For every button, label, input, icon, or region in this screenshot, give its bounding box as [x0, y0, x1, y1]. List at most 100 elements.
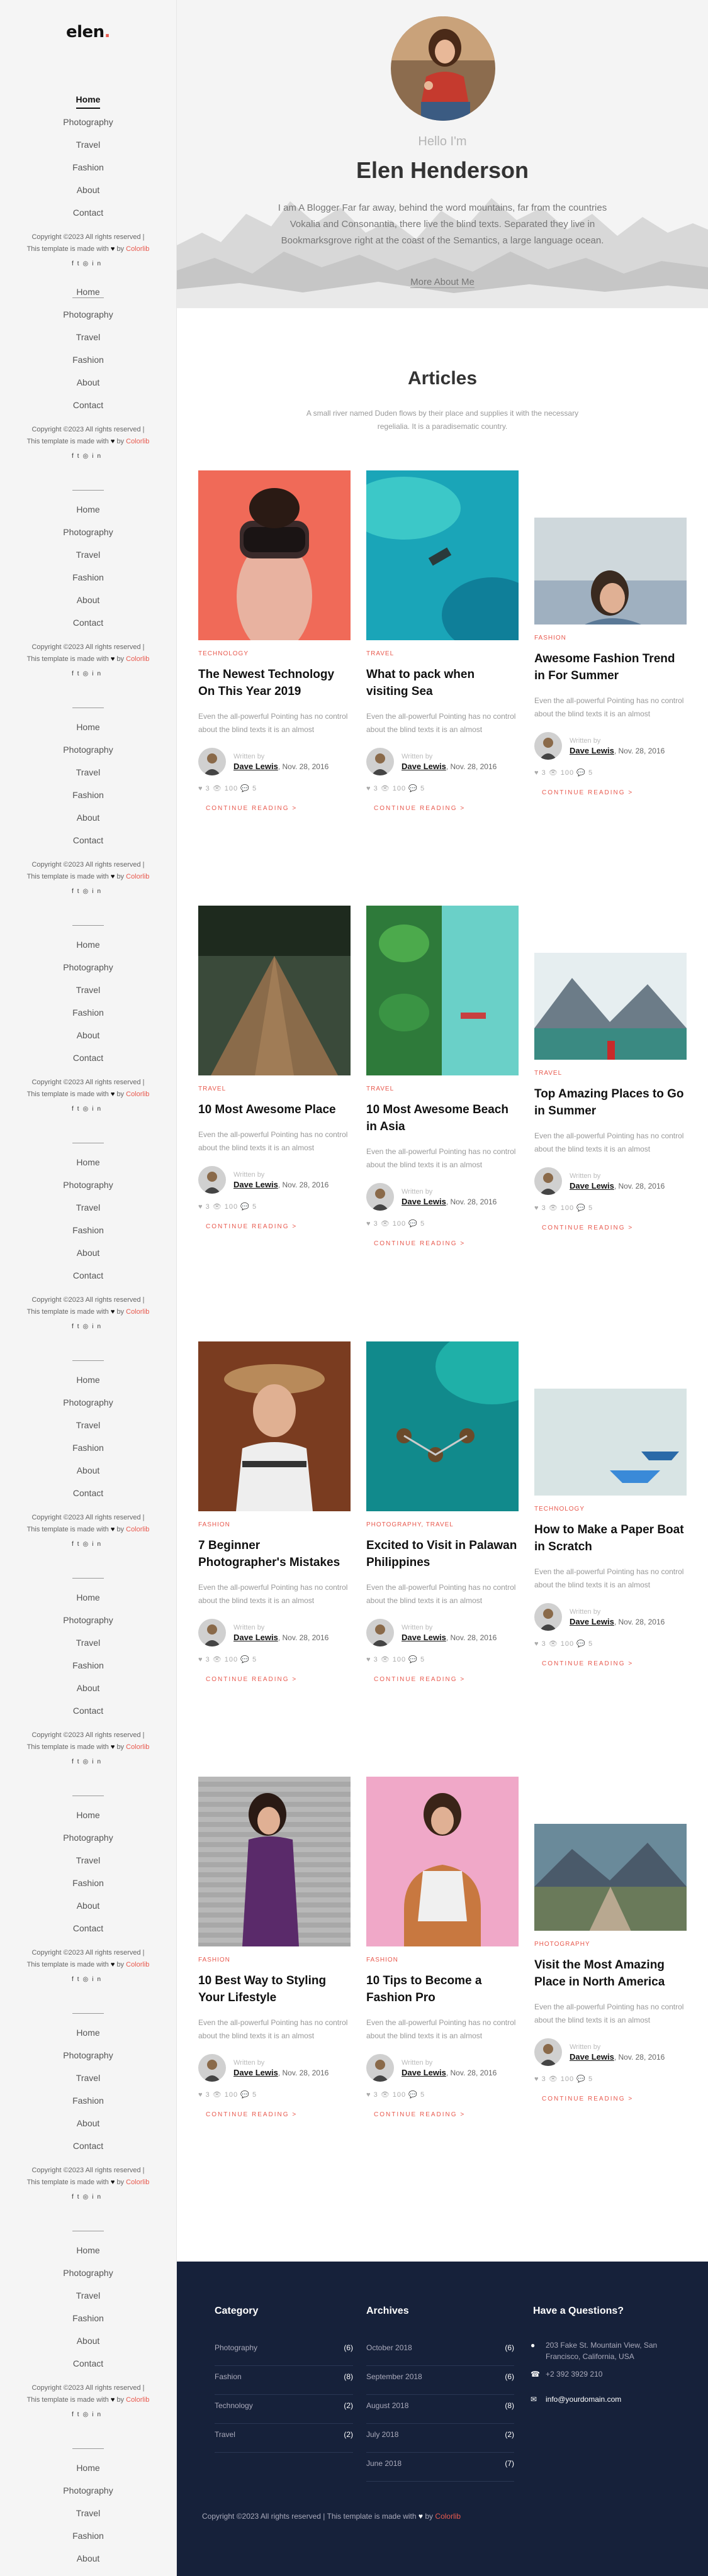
article-image[interactable]: [534, 953, 687, 1060]
site-logo[interactable]: elen.: [0, 23, 176, 48]
sidebar-nav-item[interactable]: Travel: [0, 548, 176, 571]
sidebar-nav-item[interactable]: Travel: [0, 331, 176, 353]
article-card[interactable]: TRAVEL What to pack when visiting Sea Even…: [366, 470, 519, 812]
sidebar-nav-item[interactable]: Contact: [0, 206, 176, 229]
article-title[interactable]: Visit the Most Amazing Place in North Am…: [534, 1957, 687, 1990]
footer-archive-item[interactable]: September 2018 (6): [366, 2372, 514, 2395]
sidebar-nav-item[interactable]: Fashion: [0, 2529, 176, 2552]
article-card[interactable]: TRAVEL Top Amazing Places to Go in Summer…: [534, 953, 687, 1231]
sidebar-nav-item[interactable]: About: [0, 1899, 176, 1922]
article-title[interactable]: Top Amazing Places to Go in Summer: [534, 1085, 687, 1119]
author-link[interactable]: Dave Lewis: [233, 1180, 278, 1189]
author-link[interactable]: Dave Lewis: [233, 762, 278, 771]
continue-reading-link[interactable]: CONTINUE READING >: [366, 1676, 519, 1683]
author-link[interactable]: Dave Lewis: [402, 762, 446, 771]
footer-colorlib-link[interactable]: Colorlib: [435, 2512, 461, 2521]
sidebar-nav-item[interactable]: Travel: [0, 766, 176, 789]
article-image[interactable]: [366, 906, 519, 1075]
continue-reading-link[interactable]: CONTINUE READING >: [198, 1223, 351, 1230]
continue-reading-link[interactable]: CONTINUE READING >: [366, 805, 519, 812]
article-card[interactable]: TECHNOLOGY The Newest Technology On This …: [198, 470, 351, 812]
sidebar-nav-item[interactable]: About: [0, 594, 176, 616]
continue-reading-link[interactable]: CONTINUE READING >: [198, 1676, 351, 1683]
colorlib-link[interactable]: Colorlib: [126, 1526, 149, 1533]
sidebar-nav-item[interactable]: About: [0, 1682, 176, 1704]
continue-reading-link[interactable]: CONTINUE READING >: [366, 1240, 519, 1247]
sidebar-nav-item[interactable]: Travel: [0, 2289, 176, 2312]
footer-phone[interactable]: ☎ +2 392 3929 210: [531, 2368, 682, 2380]
sidebar-nav-item[interactable]: Home: [0, 286, 176, 308]
article-title[interactable]: Excited to Visit in Palawan Philippines: [366, 1537, 519, 1571]
sidebar-nav-item[interactable]: Photography: [0, 2484, 176, 2507]
sidebar-nav-item[interactable]: Contact: [0, 1052, 176, 1074]
sidebar-nav-item[interactable]: Contact: [0, 1922, 176, 1945]
article-title[interactable]: 7 Beginner Photographer's Mistakes: [198, 1537, 351, 1571]
sidebar-nav-item[interactable]: Contact: [0, 1487, 176, 1509]
article-image[interactable]: [534, 518, 687, 625]
article-category[interactable]: PHOTOGRAPHY: [534, 1941, 687, 1948]
colorlib-link[interactable]: Colorlib: [126, 1743, 149, 1751]
article-card[interactable]: TECHNOLOGY How to Make a Paper Boat in Sc…: [534, 1389, 687, 1667]
article-title[interactable]: 10 Best Way to Styling Your Lifestyle: [198, 1972, 351, 2006]
article-category[interactable]: TRAVEL: [366, 650, 519, 657]
sidebar-nav-item[interactable]: Travel: [0, 1201, 176, 1224]
sidebar-nav-item[interactable]: Fashion: [0, 1224, 176, 1246]
continue-reading-link[interactable]: CONTINUE READING >: [534, 2096, 687, 2102]
sidebar-nav-item[interactable]: Home: [0, 93, 176, 116]
sidebar-nav-item[interactable]: Fashion: [0, 571, 176, 594]
sidebar-nav-item[interactable]: About: [0, 1246, 176, 1269]
more-about-me-link[interactable]: More About Me: [410, 277, 475, 288]
article-title[interactable]: The Newest Technology On This Year 2019: [198, 666, 351, 700]
article-image[interactable]: [198, 906, 351, 1075]
sidebar-nav-item[interactable]: Contact: [0, 834, 176, 857]
article-card[interactable]: TRAVEL 10 Most Awesome Place Even the all-…: [198, 906, 351, 1230]
article-card[interactable]: FASHION 7 Beginner Photographer's Mistake…: [198, 1341, 351, 1683]
sidebar-nav-item[interactable]: Home: [0, 1591, 176, 1614]
sidebar-nav-item[interactable]: About: [0, 2117, 176, 2140]
sidebar-nav-item[interactable]: Home: [0, 2462, 176, 2484]
sidebar-nav-item[interactable]: Home: [0, 2026, 176, 2049]
sidebar-nav-item[interactable]: Fashion: [0, 1877, 176, 1899]
article-category[interactable]: PHOTOGRAPHY, TRAVEL: [366, 1521, 519, 1528]
article-image[interactable]: [534, 1389, 687, 1496]
sidebar-nav-item[interactable]: Photography: [0, 2267, 176, 2289]
sidebar-nav-item[interactable]: Photography: [0, 116, 176, 138]
sidebar-nav-item[interactable]: Travel: [0, 2507, 176, 2529]
sidebar-nav-item[interactable]: Fashion: [0, 789, 176, 811]
sidebar-nav-item[interactable]: Home: [0, 1374, 176, 1396]
sidebar-nav-item[interactable]: Fashion: [0, 353, 176, 376]
article-category[interactable]: TRAVEL: [534, 1070, 687, 1077]
footer-archive-item[interactable]: October 2018 (6): [366, 2343, 514, 2366]
sidebar-nav-item[interactable]: About: [0, 2552, 176, 2575]
article-category[interactable]: TECHNOLOGY: [198, 650, 351, 657]
author-link[interactable]: Dave Lewis: [570, 746, 614, 755]
sidebar-nav-item[interactable]: Home: [0, 1156, 176, 1179]
article-title[interactable]: 10 Tips to Become a Fashion Pro: [366, 1972, 519, 2006]
article-image[interactable]: [366, 1777, 519, 1946]
sidebar-nav-item[interactable]: Fashion: [0, 2094, 176, 2117]
author-link[interactable]: Dave Lewis: [402, 1197, 446, 1206]
article-title[interactable]: How to Make a Paper Boat in Scratch: [534, 1521, 687, 1555]
sidebar-nav-item[interactable]: Photography: [0, 1396, 176, 1419]
sidebar-nav-item[interactable]: Travel: [0, 2072, 176, 2094]
article-category[interactable]: FASHION: [198, 1521, 351, 1528]
footer-category-item[interactable]: Technology (2): [215, 2401, 353, 2424]
article-title[interactable]: 10 Most Awesome Place: [198, 1101, 351, 1118]
colorlib-link[interactable]: Colorlib: [126, 438, 149, 445]
sidebar-nav-item[interactable]: Photography: [0, 1614, 176, 1636]
continue-reading-link[interactable]: CONTINUE READING >: [534, 789, 687, 796]
sidebar-nav-item[interactable]: Photography: [0, 1179, 176, 1201]
colorlib-link[interactable]: Colorlib: [126, 873, 149, 880]
sidebar-nav-item[interactable]: Travel: [0, 1419, 176, 1441]
sidebar-nav-item[interactable]: Photography: [0, 961, 176, 984]
colorlib-link[interactable]: Colorlib: [126, 2179, 149, 2186]
article-card[interactable]: PHOTOGRAPHY, TRAVEL Excited to Visit in P…: [366, 1341, 519, 1683]
sidebar-nav-item[interactable]: Home: [0, 938, 176, 961]
article-image[interactable]: [198, 1777, 351, 1946]
sidebar-nav-item[interactable]: Travel: [0, 984, 176, 1006]
author-link[interactable]: Dave Lewis: [570, 1617, 614, 1626]
article-image[interactable]: [198, 1341, 351, 1511]
colorlib-link[interactable]: Colorlib: [126, 1308, 149, 1316]
author-link[interactable]: Dave Lewis: [233, 2068, 278, 2077]
article-card[interactable]: FASHION Awesome Fashion Trend in For Summ…: [534, 518, 687, 796]
